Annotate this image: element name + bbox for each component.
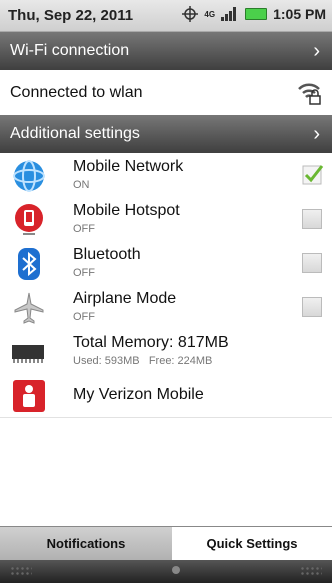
item-title: Airplane Mode xyxy=(73,290,177,307)
wifi-icon xyxy=(298,83,321,105)
signal-icon xyxy=(221,7,239,21)
wifi-status-row[interactable]: Connected to wlan xyxy=(0,71,332,116)
handle-dot xyxy=(172,566,180,574)
gps-icon xyxy=(182,6,199,22)
list-item-airplane-mode[interactable]: Airplane Mode OFF xyxy=(0,285,332,330)
network-badge: 4G xyxy=(204,9,216,19)
globe-icon xyxy=(13,160,45,192)
list-item-bluetooth[interactable]: Bluetooth OFF xyxy=(0,241,332,286)
battery-icon xyxy=(245,8,268,20)
item-state: OFF xyxy=(73,223,95,235)
wifi-status-label: Connected to wlan xyxy=(10,84,143,101)
status-time: 1:05 PM xyxy=(273,6,326,22)
wifi-connection-header[interactable]: Wi-Fi connection › xyxy=(0,32,332,70)
item-title: Bluetooth xyxy=(73,246,141,263)
status-icons: 4G 1:05 PM xyxy=(182,6,326,22)
item-state: ON xyxy=(73,179,90,191)
grip-icon xyxy=(10,566,32,576)
item-state: OFF xyxy=(73,267,95,279)
bottom-tabs: Notifications Quick Settings xyxy=(0,526,332,561)
hotspot-icon xyxy=(15,204,43,235)
memory-detail: Used: 593MB Free: 224MB xyxy=(73,355,213,367)
status-bar: Thu, Sep 22, 2011 4G 1:05 PM xyxy=(0,0,332,32)
item-title: Mobile Hotspot xyxy=(73,202,180,219)
list-item-mobile-network[interactable]: Mobile Network ON xyxy=(0,153,332,198)
grip-icon xyxy=(300,566,322,576)
verizon-app-icon xyxy=(13,380,45,412)
item-state: OFF xyxy=(73,311,95,323)
checkmark-icon[interactable] xyxy=(302,163,324,185)
bluetooth-icon xyxy=(18,248,40,280)
checkbox[interactable] xyxy=(302,209,322,229)
memory-title: Total Memory: 817MB xyxy=(73,334,229,351)
chevron-right-icon: › xyxy=(313,40,320,62)
additional-settings-header[interactable]: Additional settings › xyxy=(0,115,332,153)
list-item-mobile-hotspot[interactable]: Mobile Hotspot OFF xyxy=(0,197,332,242)
verizon-title: My Verizon Mobile xyxy=(73,386,204,403)
additional-settings-label: Additional settings xyxy=(10,125,140,142)
wifi-connection-label: Wi-Fi connection xyxy=(10,42,130,59)
list-item-memory[interactable]: Total Memory: 817MB Used: 593MB Free: 22… xyxy=(0,329,332,374)
tab-quick-settings[interactable]: Quick Settings xyxy=(172,526,332,561)
checkbox[interactable] xyxy=(302,297,322,317)
status-date: Thu, Sep 22, 2011 xyxy=(8,7,134,24)
airplane-icon xyxy=(14,292,44,324)
list-item-verizon[interactable]: My Verizon Mobile xyxy=(0,373,332,418)
tab-notifications[interactable]: Notifications xyxy=(0,526,172,561)
memory-chip-icon xyxy=(12,345,44,363)
item-title: Mobile Network xyxy=(73,158,184,175)
chevron-right-icon: › xyxy=(313,123,320,145)
checkbox[interactable] xyxy=(302,253,322,273)
drag-handle[interactable] xyxy=(0,560,332,583)
